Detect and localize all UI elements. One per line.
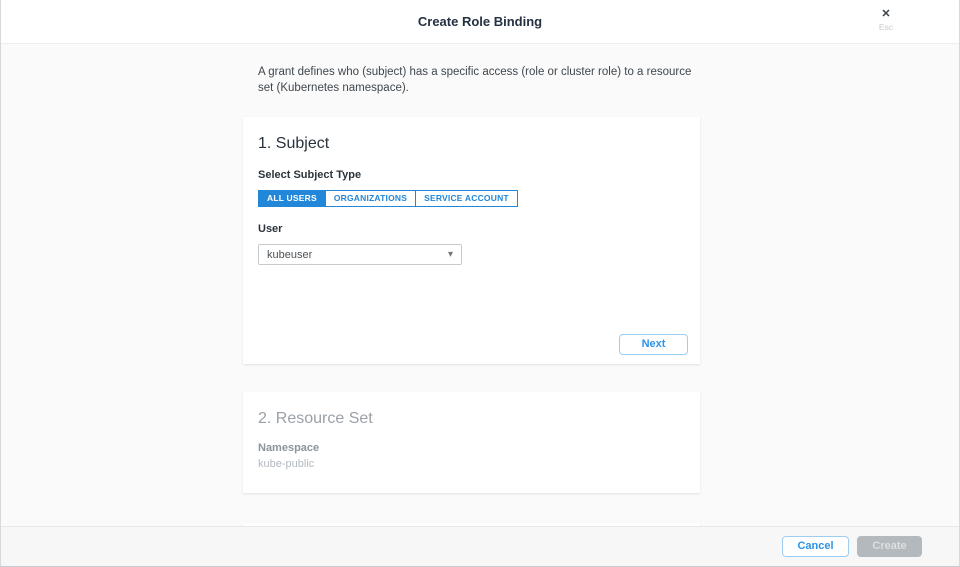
subject-type-tabs: ALL USERS ORGANIZATIONS SERVICE ACCOUNT [258,190,685,207]
namespace-label: Namespace [258,442,685,454]
cancel-button[interactable]: Cancel [782,536,849,557]
close-button[interactable]: ✕ Esc [871,9,901,32]
tab-organizations[interactable]: ORGANIZATIONS [325,190,416,207]
tab-service-account[interactable]: SERVICE ACCOUNT [415,190,518,207]
modal-footer: Cancel Create [1,526,959,566]
create-role-binding-modal: Create Role Binding ✕ Esc A grant define… [0,0,960,567]
create-button[interactable]: Create [857,536,922,557]
resource-set-heading: 2. Resource Set [258,410,685,428]
user-select-value: kubeuser [267,249,312,261]
modal-title: Create Role Binding [1,0,959,44]
subject-heading: 1. Subject [258,135,685,153]
namespace-value: kube-public [258,458,685,470]
tab-all-users[interactable]: ALL USERS [258,190,326,207]
resource-set-card: 2. Resource Set Namespace kube-public [243,392,700,493]
subject-type-label: Select Subject Type [258,169,685,181]
user-select[interactable]: kubeuser ▾ [258,244,462,265]
grant-description: A grant defines who (subject) has a spec… [243,44,703,96]
chevron-down-icon: ▾ [448,250,453,260]
user-label: User [258,223,685,235]
esc-hint-label: Esc [871,23,901,32]
next-button[interactable]: Next [619,334,688,355]
modal-header: Create Role Binding ✕ Esc [1,0,959,44]
subject-card: 1. Subject Select Subject Type ALL USERS… [243,117,700,364]
modal-body: A grant defines who (subject) has a spec… [1,44,959,567]
close-icon[interactable]: ✕ [871,9,901,20]
